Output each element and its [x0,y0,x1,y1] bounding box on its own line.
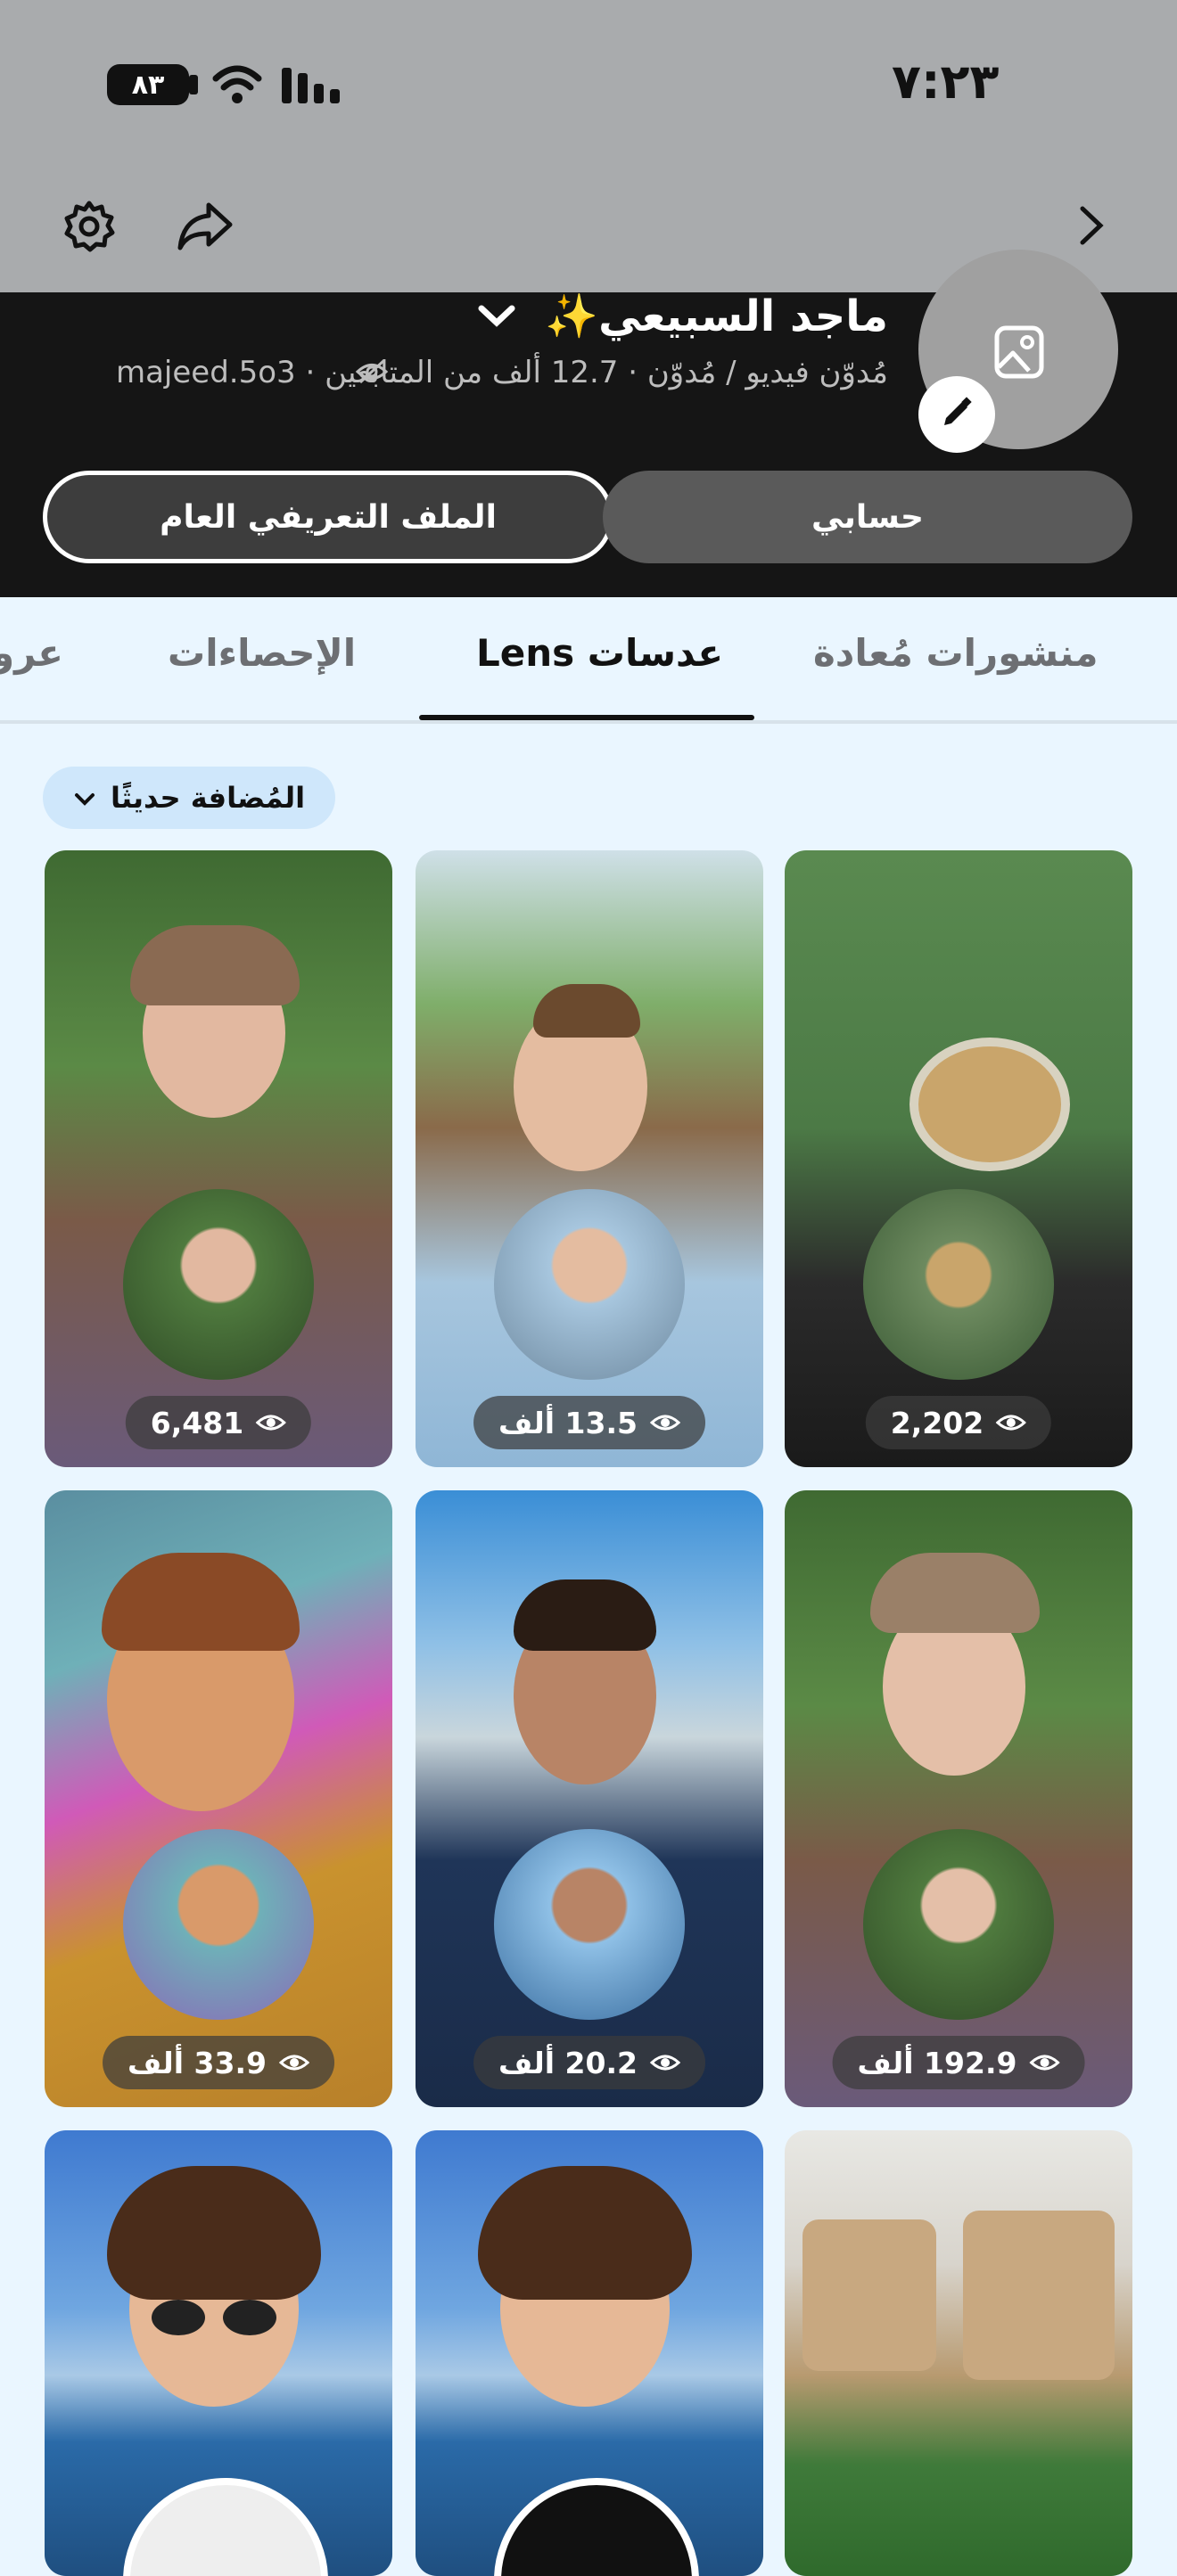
status-time: ٧:٢٣ [892,53,1000,110]
hair [514,1579,656,1651]
views-badge: 13.5 ألف [473,1396,705,1449]
tab-lenses[interactable]: عدسات Lens [476,631,723,675]
chevron-right-icon[interactable] [1075,203,1107,251]
views-count: 192.9 ألف [857,2045,1017,2080]
profile-name: ماجد السبيعي✨ [545,291,888,341]
views-count: 6,481 [150,1405,244,1440]
battery-indicator: ٨٣ [107,64,189,105]
preview-bubble [494,1189,685,1380]
hair [870,1553,1040,1633]
patio-chair [802,2219,936,2371]
eye-icon [255,1406,287,1440]
lens-card[interactable]: 33.9 ألف [45,1490,392,2107]
tab-bar: منشورات مُعادة عدسات Lens الإحصاءات عرو [0,597,1177,724]
tab-partial[interactable]: عرو [0,631,63,675]
lens-card[interactable] [45,2130,392,2576]
views-badge: 192.9 ألف [832,2036,1085,2089]
curly-hair [478,2166,692,2300]
views-count: 33.9 ألف [128,2045,267,2080]
tab-divider [0,720,1177,724]
hair [130,925,300,1005]
lens-card[interactable]: 20.2 ألف [416,1490,763,2107]
sort-label: المُضافة حديثًا [110,781,306,815]
preview-bubble [863,1829,1054,2020]
views-count: 20.2 ألف [498,2045,638,2080]
gear-icon[interactable] [62,200,116,257]
sunglasses-lens [152,2300,205,2335]
hair [533,984,640,1038]
eye-icon [649,1406,681,1440]
patio-chair [963,2211,1115,2380]
lens-card[interactable] [785,2130,1132,2576]
pencil-icon [939,395,975,434]
eye-icon [278,2046,310,2080]
chevron-down-icon [73,781,96,815]
hidden-eye-icon [355,358,389,389]
image-icon [993,324,1045,383]
curly-hair [107,2166,321,2300]
views-badge: 20.2 ألف [473,2036,705,2089]
active-tab-indicator [419,715,754,720]
eye-icon [995,1406,1027,1440]
views-badge: 2,202 [865,1396,1052,1449]
preview-bubble [494,1829,685,2020]
lens-card[interactable]: 192.9 ألف [785,1490,1132,2107]
sort-dropdown[interactable]: المُضافة حديثًا [43,767,335,829]
public-profile-button[interactable]: الملف التعريفي العام [43,471,613,563]
tab-reposts[interactable]: منشورات مُعادة [813,631,1098,675]
preview-bubble [123,2478,328,2576]
profile-subtitle: مُدوّن فيديو / مُدوّن · 12.7 ألف من المت… [116,355,888,390]
views-count: 13.5 ألف [498,1405,638,1440]
views-badge: 6,481 [125,1396,312,1449]
lens-card[interactable]: 2,202 [785,850,1132,1467]
share-icon[interactable] [177,201,234,255]
preview-bubble [863,1189,1054,1380]
tab-insights[interactable]: الإحصاءات [168,631,356,675]
lens-card[interactable] [416,2130,763,2576]
eye-icon [1029,2046,1060,2080]
lens-card[interactable]: 6,481 [45,850,392,1467]
battery-cap [189,75,198,94]
preview-bubble [494,2478,699,2576]
lens-card[interactable]: 13.5 ألف [416,850,763,1467]
preview-bubble [123,1189,314,1380]
views-badge: 33.9 ألف [103,2036,334,2089]
my-account-button[interactable]: حسابي [603,471,1132,563]
preview-bubble [123,1829,314,2020]
chevron-down-icon[interactable] [476,301,517,333]
battery-level: ٨٣ [131,69,165,101]
wifi-icon [212,62,262,111]
profile-subtitle-text: مُدوّن فيديو / مُدوّن · 12.7 ألف من المت… [115,355,888,390]
coffee-cup [910,1038,1070,1171]
hair [102,1553,300,1651]
edit-avatar-button[interactable] [918,376,995,453]
signal-icon [280,64,342,111]
views-count: 2,202 [890,1405,984,1440]
eye-icon [649,2046,681,2080]
sunglasses-lens [223,2300,276,2335]
